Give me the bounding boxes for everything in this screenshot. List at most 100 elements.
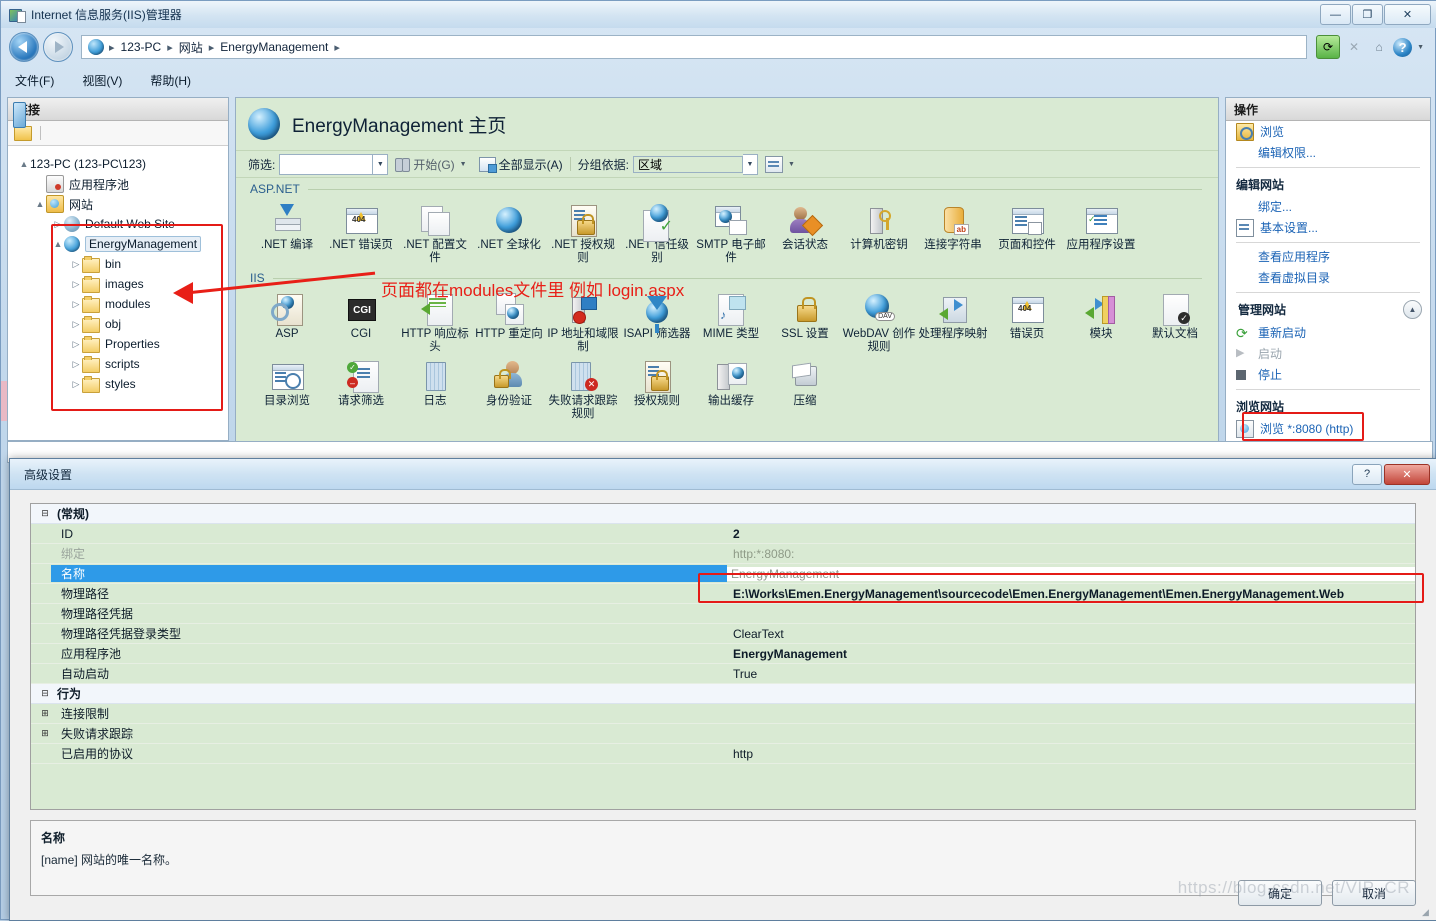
feature-directory-browsing[interactable]: 目录浏览 [250, 356, 324, 423]
breadcrumb[interactable]: ▸ 123-PC ▸ 网站 ▸ EnergyManagement ▸ [81, 35, 1308, 59]
breadcrumb-item-server[interactable]: 123-PC [117, 40, 166, 54]
tree-item-scripts[interactable]: ▷ scripts [14, 354, 228, 374]
action-view-applications[interactable]: 查看应用程序 [1226, 246, 1430, 267]
feature-connection-strings[interactable]: ab 连接字符串 [916, 200, 990, 267]
feature-session-state[interactable]: 会话状态 [768, 200, 842, 267]
action-browse[interactable]: 浏览 [1226, 121, 1430, 142]
tree-item-default-web-site[interactable]: ▷ Default Web Site [14, 214, 228, 234]
grid-row-general-section[interactable]: ⊟ (常规) [31, 504, 1415, 524]
tree-expander[interactable]: ▲ [34, 199, 46, 209]
tree-expander[interactable]: ▷ [70, 379, 82, 390]
menu-file[interactable]: 文件(F) [1, 70, 68, 91]
feature-default-document[interactable]: ✓ 默认文档 [1138, 289, 1212, 356]
home-icon[interactable]: ⌂ [1368, 36, 1390, 58]
feature-net-trust-levels[interactable]: ✓ .NET 信任级别 [620, 200, 694, 267]
grid-row-value[interactable]: EnergyManagement [723, 566, 1415, 581]
feature-error-pages[interactable]: 404 错误页 [990, 289, 1064, 356]
feature-handler-mappings[interactable]: 处理程序映射 [916, 289, 990, 356]
feature-failed-request-tracing-rules[interactable]: ✕ 失败请求跟踪规则 [546, 356, 620, 423]
tree-item-app-pools[interactable]: 应用程序池 [14, 174, 228, 194]
grid-row-failed-request-tracing[interactable]: ⊞ 失败请求跟踪 [31, 724, 1415, 744]
tree-expander[interactable]: ▷ [52, 219, 64, 230]
stop-icon[interactable]: ✕ [1343, 36, 1365, 58]
dialog-close-button[interactable]: ✕ [1384, 463, 1430, 485]
feature-request-filtering[interactable]: ✓ – 请求筛选 [324, 356, 398, 423]
breadcrumb-item-site[interactable]: EnergyManagement [216, 40, 332, 54]
tree-item-obj[interactable]: ▷ obj [14, 314, 228, 334]
tree-item-server[interactable]: ▲ 123-PC (123-PC\123) [13, 102, 228, 174]
refresh-icon[interactable]: ⟳ [1316, 35, 1341, 59]
feature-asp[interactable]: ASP [250, 289, 324, 356]
tree-item-modules[interactable]: ▷ modules [14, 294, 228, 314]
tree-expander[interactable]: ▲ [52, 239, 64, 249]
tree-item-styles[interactable]: ▷ styles [14, 374, 228, 394]
grid-row-bindings[interactable]: 绑定 http:*:8080: [31, 544, 1415, 564]
feature-pages-and-controls[interactable]: 页面和控件 [990, 200, 1064, 267]
tree-item-bin[interactable]: ▷ bin [14, 254, 228, 274]
feature-logging[interactable]: 日志 [398, 356, 472, 423]
show-all-button[interactable]: 全部显示(A) [478, 156, 563, 173]
feature-mime-types[interactable]: ♪ MIME 类型 [694, 289, 768, 356]
feature-output-caching[interactable]: 输出缓存 [694, 356, 768, 423]
action-basic-settings[interactable]: 基本设置... [1226, 217, 1430, 238]
feature-ssl-settings[interactable]: SSL 设置 [768, 289, 842, 356]
feature-application-settings[interactable]: ✓ 应用程序设置 [1064, 200, 1138, 267]
tree-expander[interactable]: ▷ [70, 359, 82, 370]
expander-icon[interactable]: ⊞ [39, 728, 51, 739]
breadcrumb-item-sites[interactable]: 网站 [175, 39, 207, 56]
filter-input[interactable] [279, 153, 374, 175]
feature-net-compilation[interactable]: .NET 编译 [250, 200, 324, 267]
action-start[interactable]: ▶ 启动 [1226, 343, 1430, 364]
tree-item-sites[interactable]: ▲ 网站 [14, 194, 228, 214]
close-button[interactable]: ✕ [1384, 4, 1431, 25]
feature-net-error-pages[interactable]: 404 .NET 错误页 [324, 200, 398, 267]
grid-row-physical-path[interactable]: 物理路径 E:\Works\Emen.EnergyManagement\sour… [31, 584, 1415, 604]
feature-compression[interactable]: 压缩 [768, 356, 842, 423]
expander-icon[interactable]: ⊟ [39, 688, 51, 699]
tree-item-energymanagement[interactable]: ▲ EnergyManagement [14, 234, 228, 254]
menu-help[interactable]: 帮助(H) [136, 70, 205, 91]
chevron-down-icon[interactable]: ▼ [460, 161, 467, 168]
dialog-help-button[interactable]: ? [1352, 463, 1382, 485]
expander-icon[interactable]: ⊟ [39, 508, 51, 519]
grid-row-behavior-section[interactable]: ⊟ 行为 [31, 684, 1415, 704]
action-browse-8080[interactable]: 浏览 *:8080 (http) [1226, 418, 1430, 439]
resize-grip[interactable]: ◢ [1422, 907, 1432, 917]
grid-row-id[interactable]: ID 2 [31, 524, 1415, 544]
help-icon[interactable]: ? [1393, 37, 1413, 57]
feature-authorization-rules[interactable]: 授权规则 [620, 356, 694, 423]
feature-machine-key[interactable]: 计算机密钥 [842, 200, 916, 267]
chevron-up-icon[interactable]: ▲ [1403, 300, 1422, 319]
view-mode-icon[interactable] [764, 155, 783, 173]
feature-net-authorization-rules[interactable]: .NET 授权规则 [546, 200, 620, 267]
grid-row-physical-path-credentials[interactable]: 物理路径凭据 [31, 604, 1415, 624]
feature-webdav-authoring-rules[interactable]: DAV WebDAV 创作规则 [842, 289, 916, 356]
action-bindings[interactable]: 绑定... [1226, 196, 1430, 217]
expander-icon[interactable]: ⊞ [39, 708, 51, 719]
filter-dropdown-icon[interactable]: ▼ [373, 153, 389, 175]
tree-item-properties[interactable]: ▷ Properties [14, 334, 228, 354]
grid-row-name-selected[interactable]: 名称 EnergyManagement [31, 564, 1415, 584]
chevron-down-icon[interactable]: ▼ [788, 161, 795, 168]
tree-expander[interactable]: ▷ [70, 259, 82, 270]
tree-expander[interactable]: ▷ [70, 339, 82, 350]
feature-smtp-email[interactable]: SMTP 电子邮件 [694, 200, 768, 267]
action-stop[interactable]: 停止 [1226, 364, 1430, 385]
action-edit-permissions[interactable]: 编辑权限... [1226, 142, 1430, 163]
grid-row-auto-start[interactable]: 自动启动 True [31, 664, 1415, 684]
back-button[interactable] [9, 32, 39, 62]
grid-row-app-pool[interactable]: 应用程序池 EnergyManagement [31, 644, 1415, 664]
action-restart[interactable]: ⟳ 重新启动 [1226, 322, 1430, 343]
group-by-select[interactable]: 区域 [632, 155, 743, 173]
feature-modules[interactable]: 模块 [1064, 289, 1138, 356]
maximize-button[interactable]: ❐ [1352, 4, 1383, 25]
minimize-button[interactable]: — [1320, 4, 1351, 25]
tree-expander[interactable]: ▷ [70, 279, 82, 290]
chevron-down-icon[interactable]: ▼ [1417, 44, 1424, 51]
group-by-dropdown-icon[interactable]: ▼ [742, 153, 758, 175]
grid-row-connection-limits[interactable]: ⊞ 连接限制 [31, 704, 1415, 724]
grid-row-enabled-protocols[interactable]: 已启用的协议 http [31, 744, 1415, 764]
feature-net-profile[interactable]: .NET 配置文件 [398, 200, 472, 267]
feature-net-globalization[interactable]: .NET 全球化 [472, 200, 546, 267]
action-view-virtual-directories[interactable]: 查看虚拟目录 [1226, 267, 1430, 288]
